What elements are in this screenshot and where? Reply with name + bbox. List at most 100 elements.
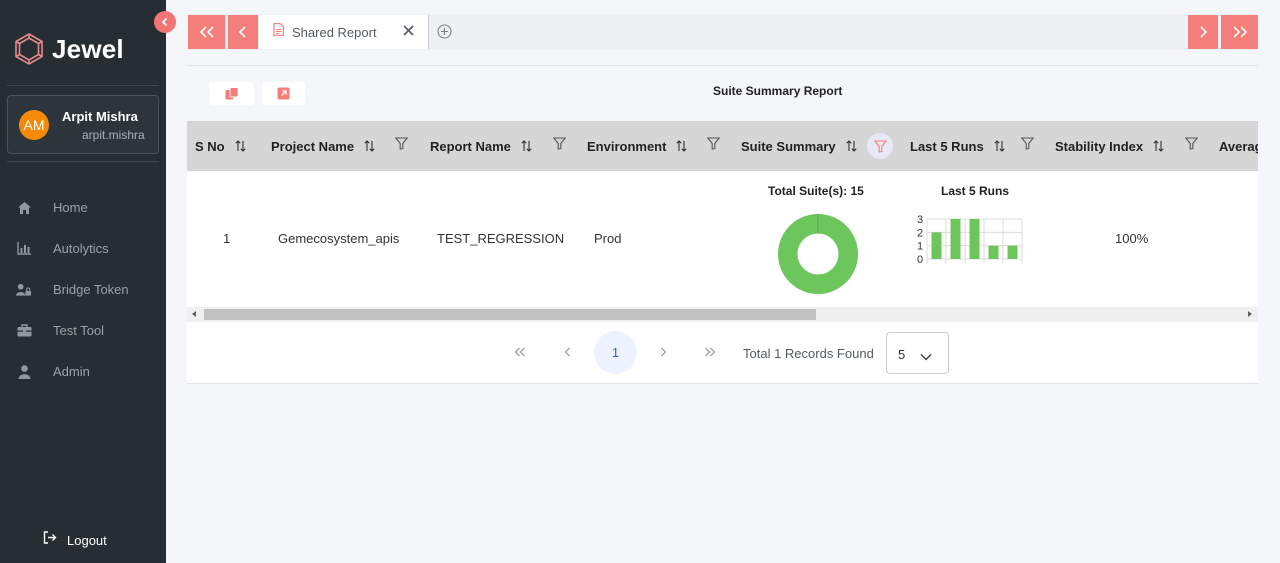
column-header-label: Averag [1219,138,1258,154]
chevron-right-icon [661,347,667,357]
y-tick-label: 0 [917,254,923,266]
sidebar-collapse-button[interactable] [154,11,176,33]
sign-out-icon [43,531,57,549]
user-card[interactable]: AM Arpit Mishra arpit.mishra [7,95,159,154]
user-handle: arpit.mishra [82,128,145,142]
column-header-project-name[interactable]: Project Name [271,121,375,171]
chevrons-right-icon [705,347,716,357]
sidebar-item-label: Admin [53,364,90,379]
sort-icon[interactable] [521,140,532,152]
tabs-scroll-prev-button[interactable] [228,15,258,49]
column-header-suite-summary[interactable]: Suite Summary [741,121,857,171]
sidebar-item-bridge-token[interactable]: Bridge Token [0,269,166,310]
tabs-scroll-last-button[interactable] [1221,15,1258,49]
sort-icon[interactable] [846,140,857,152]
add-tab-button[interactable] [435,22,453,40]
column-header-label: Report Name [430,138,511,154]
column-header-stability-index[interactable]: Stability Index [1055,121,1164,171]
brand[interactable]: Jewel [12,32,124,66]
sidebar-item-label: Bridge Token [53,282,129,297]
chevron-right-icon [1200,26,1208,38]
bar-run-3 [969,219,980,259]
user-name: Arpit Mishra [62,109,138,124]
report-table: S No Project Name Report Name Environmen… [187,121,1258,307]
next-page-button[interactable] [655,344,671,360]
close-icon[interactable] [403,24,414,40]
table-body: 1 Gemecosystem_apis TEST_REGRESSION Prod… [187,171,1258,307]
page-size-value: 5 [898,347,906,362]
first-page-button[interactable] [512,344,528,360]
last-runs-bar-chart[interactable]: 01 23 [917,215,1027,267]
chevron-left-icon [564,347,570,357]
file-icon [273,22,285,41]
suite-summary-caption: Total Suite(s): 15 [768,184,864,198]
bar-run-2 [950,219,961,259]
prev-page-button[interactable] [560,344,576,360]
sidebar-item-test-tool[interactable]: Test Tool [0,310,166,351]
user-icon [16,364,32,380]
column-header-label: Project Name [271,138,355,154]
column-header-label: Environment [587,138,667,154]
column-header-last-5-runs[interactable]: Last 5 Runs [910,121,1005,171]
copy-icon [225,87,238,100]
logout-button[interactable]: Logout [43,531,107,549]
chevron-left-icon [238,26,246,38]
tabs-scroll-first-button[interactable] [188,15,225,49]
cell-project-name: Gemecosystem_apis [278,231,400,246]
sort-icon[interactable] [676,140,688,152]
tab-label: Shared Report [292,24,377,40]
column-header-environment[interactable]: Environment [587,121,688,171]
sort-icon[interactable] [994,140,1005,152]
page-1-button[interactable]: 1 [594,331,637,374]
users-lock-icon [16,282,32,298]
sidebar-item-autolytics[interactable]: Autolytics [0,228,166,269]
chevrons-left-icon [199,26,214,38]
chevron-left-icon [161,17,168,27]
scroll-right-arrow-icon[interactable] [1248,311,1252,317]
y-tick-label: 2 [917,227,923,239]
column-header-report-name[interactable]: Report Name [430,121,532,171]
filter-icon[interactable] [1020,136,1034,150]
filter-icon[interactable] [552,136,566,150]
filter-icon[interactable] [1184,136,1198,150]
home-icon [16,200,32,216]
chevrons-right-icon [1232,26,1247,38]
bar-run-1 [931,232,942,259]
tabs-scroll-next-button[interactable] [1188,15,1218,49]
bar-chart-icon [16,241,32,257]
horizontal-scrollbar[interactable] [187,307,1258,322]
sidebar-item-admin[interactable]: Admin [0,351,166,392]
filter-active-icon[interactable] [867,133,893,159]
page-size-select[interactable]: 5 [886,332,949,374]
sidebar-item-home[interactable]: Home [0,187,166,228]
filter-icon[interactable] [394,136,408,150]
filter-icon[interactable] [706,136,720,150]
tab-bar: Shared Report [187,14,1258,50]
avatar: AM [19,110,49,140]
pagination: 1 Total 1 Records Found 5 [187,322,1258,384]
sort-icon[interactable] [364,140,375,152]
scroll-left-arrow-icon[interactable] [192,311,196,317]
last-runs-caption: Last 5 Runs [941,184,1010,198]
column-header-label: Suite Summary [741,138,836,154]
sidebar-item-label: Home [53,200,88,215]
report-panel: Suite Summary Report S No Project Name R… [187,65,1258,384]
open-external-button[interactable] [262,82,305,105]
column-header-label: Stability Index [1055,138,1144,154]
scrollbar-thumb[interactable] [204,309,816,320]
toolbox-icon [16,323,32,339]
column-header-average[interactable]: Averag [1219,121,1258,171]
column-header-label: Last 5 Runs [910,138,984,154]
sort-icon[interactable] [1153,140,1164,152]
last-page-button[interactable] [702,344,718,360]
column-header-sno[interactable]: S No [195,121,246,171]
sidebar-divider [7,85,159,86]
records-found-text: Total 1 Records Found [743,346,874,361]
logout-label: Logout [67,532,107,548]
tab-shared-report[interactable]: Shared Report [259,15,429,49]
column-header-label: S No [195,138,225,154]
sort-icon[interactable] [235,140,246,152]
cell-sno: 1 [223,231,231,246]
suite-summary-donut-chart[interactable] [778,214,858,294]
copy-button[interactable] [209,82,254,105]
